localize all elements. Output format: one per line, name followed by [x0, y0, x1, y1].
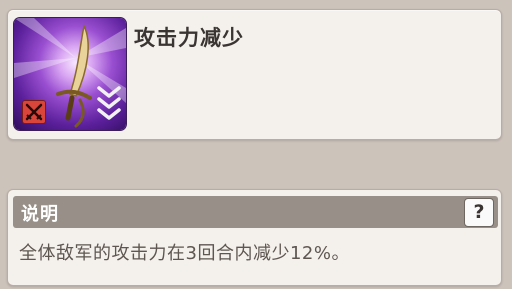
broken-swords-icon [22, 100, 46, 124]
skill-card: 攻击力减少 [7, 9, 502, 140]
description-title: 说明 [21, 204, 59, 225]
sword-icon[interactable] [14, 18, 126, 130]
skill-name: 攻击力减少 [134, 26, 244, 50]
triple-chevron-down-icon [97, 86, 121, 120]
help-button[interactable]: ? [464, 198, 494, 227]
description-header: 说明 ? [13, 196, 498, 228]
description-text: 全体敌军的攻击力在3回合内减少12%。 [19, 243, 350, 264]
description-panel: 说明 ? 全体敌军的攻击力在3回合内减少12%。 [7, 189, 502, 286]
